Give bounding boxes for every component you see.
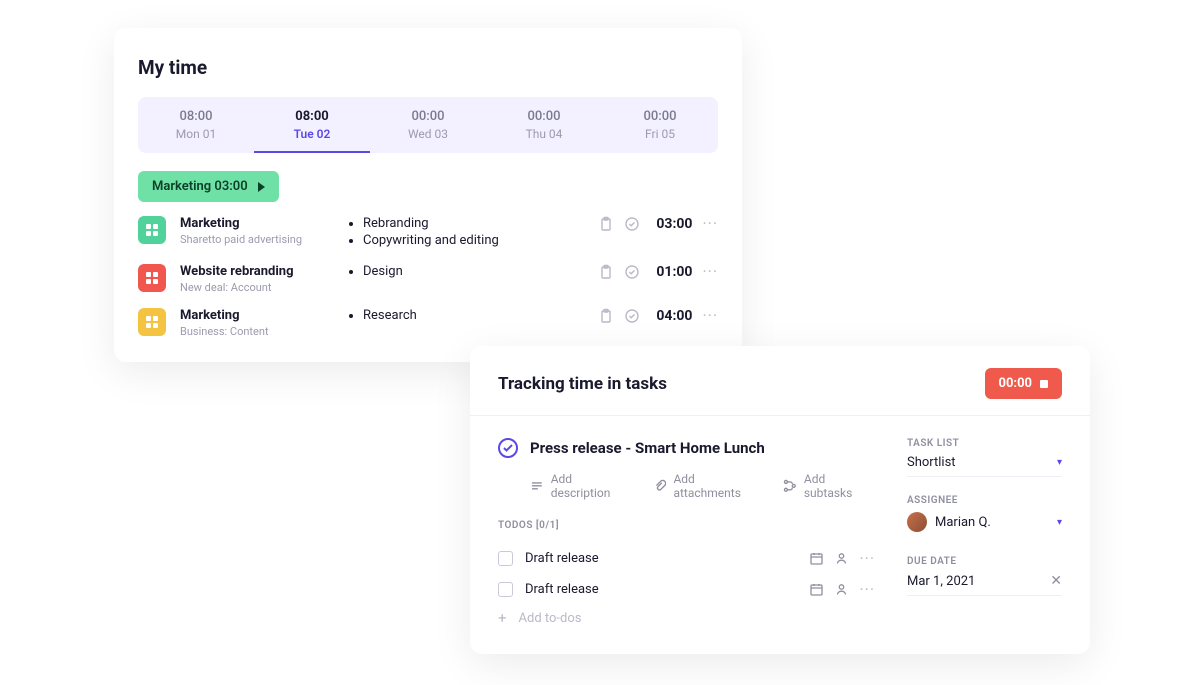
- task-title: Press release - Smart Home Lunch: [530, 439, 765, 457]
- play-icon: [258, 182, 265, 192]
- project-meta: Marketing Sharetto paid advertising: [180, 216, 335, 246]
- task-body: Press release - Smart Home Lunch Add des…: [470, 416, 1090, 654]
- page-title: My time: [138, 56, 718, 79]
- day-tue[interactable]: 08:00 Tue 02: [254, 97, 370, 153]
- add-subtasks-button[interactable]: Add subtasks: [783, 472, 875, 500]
- todos-header: TODOS [0/1]: [498, 520, 875, 531]
- add-attachments-button[interactable]: Add attachments: [653, 472, 763, 500]
- todo-item: Draft release ···: [498, 574, 875, 605]
- day-thu[interactable]: 00:00 Thu 04: [486, 97, 602, 153]
- lines-icon: [530, 479, 544, 493]
- check-circle-icon[interactable]: [624, 264, 640, 280]
- week-selector: 08:00 Mon 01 08:00 Tue 02 00:00 Wed 03 0…: [138, 97, 718, 153]
- clipboard-icon[interactable]: [598, 216, 614, 232]
- card-title: Tracking time in tasks: [498, 374, 667, 394]
- more-icon[interactable]: ···: [702, 265, 718, 279]
- chevron-down-icon: ▾: [1057, 457, 1062, 468]
- task-sidebar: TASK LIST Shortlist ▾ ASSIGNEE Marian Q.…: [907, 438, 1062, 626]
- mytime-card: My time 08:00 Mon 01 08:00 Tue 02 00:00 …: [114, 28, 742, 362]
- clipboard-icon[interactable]: [598, 308, 614, 324]
- person-icon[interactable]: [834, 551, 849, 566]
- task-header: Tracking time in tasks 00:00: [470, 346, 1090, 415]
- todo-actions: ···: [809, 551, 875, 566]
- task-main: Press release - Smart Home Lunch Add des…: [498, 438, 875, 626]
- duedate-field[interactable]: Mar 1, 2021 ✕: [907, 573, 1062, 596]
- project-color-icon: [138, 308, 166, 336]
- todo-actions: ···: [809, 582, 875, 597]
- add-todos-button[interactable]: + Add to-dos: [498, 611, 875, 626]
- project-meta: Website rebranding New deal: Account: [180, 264, 335, 294]
- running-timer-badge[interactable]: Marketing 03:00: [138, 171, 279, 202]
- more-icon[interactable]: ···: [702, 217, 718, 231]
- check-circle-icon[interactable]: [624, 216, 640, 232]
- more-icon[interactable]: ···: [859, 583, 875, 597]
- duedate-label: DUE DATE: [907, 556, 1062, 567]
- tasklist-field-group: TASK LIST Shortlist ▾: [907, 438, 1062, 477]
- project-color-icon: [138, 216, 166, 244]
- duedate-field-group: DUE DATE Mar 1, 2021 ✕: [907, 556, 1062, 596]
- clear-icon[interactable]: ✕: [1050, 573, 1062, 589]
- person-icon[interactable]: [834, 582, 849, 597]
- task-list: Research: [349, 308, 584, 325]
- task-title-row: Press release - Smart Home Lunch: [498, 438, 875, 458]
- stop-icon: [1040, 380, 1048, 388]
- entry-duration: 04:00: [656, 308, 692, 324]
- project-meta: Marketing Business: Content: [180, 308, 335, 338]
- entry-actions: 03:00 ···: [598, 216, 718, 232]
- paperclip-icon: [653, 479, 667, 493]
- task-detail-card: Tracking time in tasks 00:00 Press relea…: [470, 346, 1090, 654]
- time-entry-list: Marketing Sharetto paid advertising Rebr…: [138, 216, 718, 338]
- tasklist-label: TASK LIST: [907, 438, 1062, 449]
- clipboard-icon[interactable]: [598, 264, 614, 280]
- task-list: Design: [349, 264, 584, 281]
- more-icon[interactable]: ···: [702, 309, 718, 323]
- todo-checkbox[interactable]: [498, 551, 513, 566]
- calendar-icon[interactable]: [809, 551, 824, 566]
- day-mon[interactable]: 08:00 Mon 01: [138, 97, 254, 153]
- time-entry: Website rebranding New deal: Account Des…: [138, 264, 718, 294]
- todo-item: Draft release ···: [498, 543, 875, 574]
- project-color-icon: [138, 264, 166, 292]
- check-circle-icon[interactable]: [624, 308, 640, 324]
- todo-label: Draft release: [525, 582, 797, 597]
- entry-actions: 04:00 ···: [598, 308, 718, 324]
- task-quick-actions: Add description Add attachments Add subt…: [530, 472, 875, 500]
- entry-duration: 03:00: [656, 216, 692, 232]
- avatar: [907, 512, 927, 532]
- entry-actions: 01:00 ···: [598, 264, 718, 280]
- task-complete-checkbox[interactable]: [498, 438, 518, 458]
- assignee-select[interactable]: Marian Q. ▾: [907, 512, 1062, 538]
- task-list: Rebranding Copywriting and editing: [349, 216, 584, 250]
- timer-stop-button[interactable]: 00:00: [985, 368, 1063, 399]
- assignee-label: ASSIGNEE: [907, 495, 1062, 506]
- day-fri[interactable]: 00:00 Fri 05: [602, 97, 718, 153]
- chevron-down-icon: ▾: [1057, 517, 1062, 528]
- todo-label: Draft release: [525, 551, 797, 566]
- subtasks-icon: [783, 479, 797, 493]
- todo-checkbox[interactable]: [498, 582, 513, 597]
- entry-duration: 01:00: [656, 264, 692, 280]
- plus-icon: +: [498, 611, 507, 626]
- tasklist-select[interactable]: Shortlist ▾: [907, 455, 1062, 477]
- timer-value: 00:00: [999, 376, 1033, 391]
- add-description-button[interactable]: Add description: [530, 472, 633, 500]
- time-entry: Marketing Business: Content Research 04:…: [138, 308, 718, 338]
- running-timer-label: Marketing 03:00: [152, 179, 248, 194]
- assignee-field-group: ASSIGNEE Marian Q. ▾: [907, 495, 1062, 538]
- calendar-icon[interactable]: [809, 582, 824, 597]
- day-wed[interactable]: 00:00 Wed 03: [370, 97, 486, 153]
- more-icon[interactable]: ···: [859, 552, 875, 566]
- time-entry: Marketing Sharetto paid advertising Rebr…: [138, 216, 718, 250]
